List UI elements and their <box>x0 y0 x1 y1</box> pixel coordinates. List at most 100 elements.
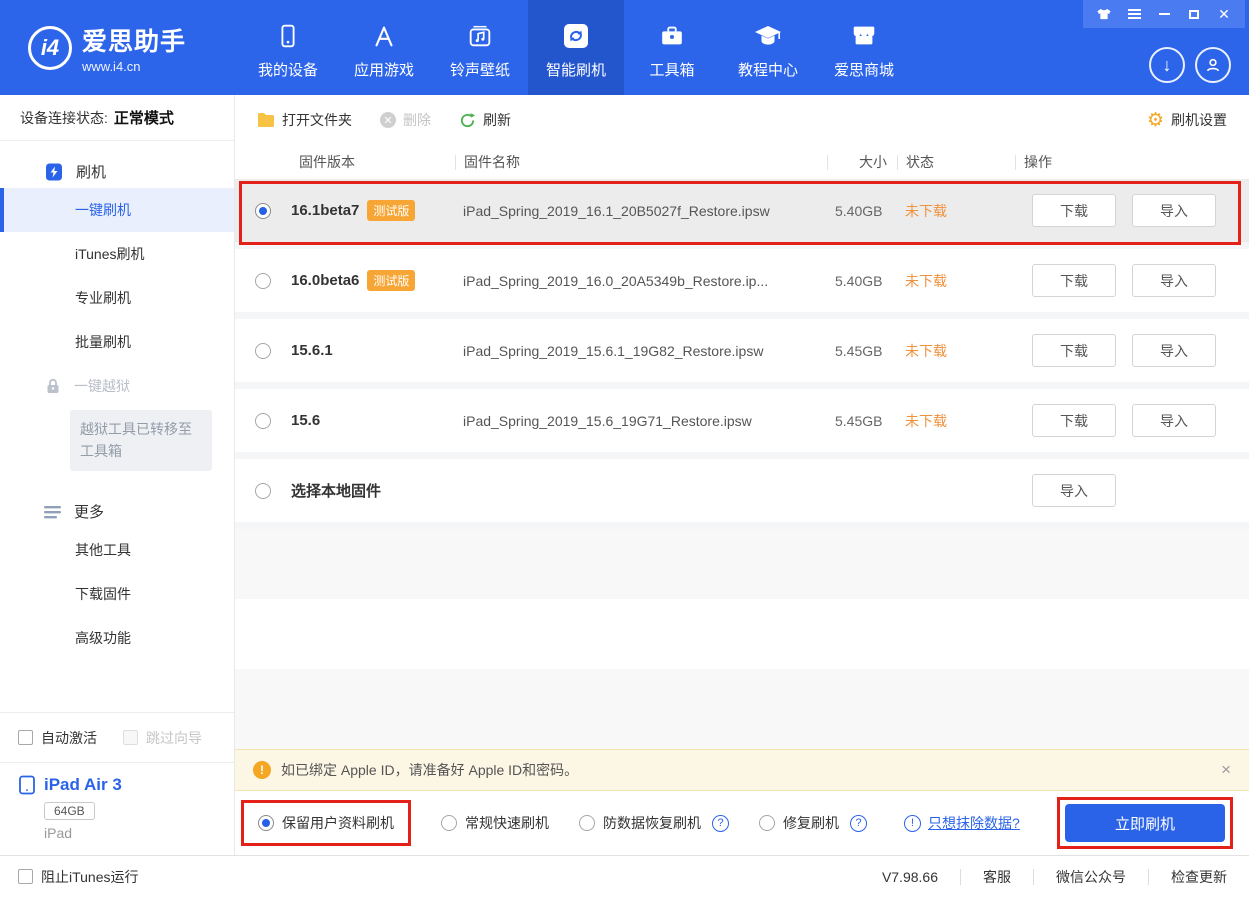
option-normal-flash[interactable]: 常规快速刷机 <box>441 813 549 833</box>
jailbreak-note: 越狱工具已转移至工具箱 <box>70 410 212 471</box>
sidebar-item-jailbreak: 一键越狱 <box>0 364 234 408</box>
option-repair-flash[interactable]: 修复刷机 ? <box>759 813 867 833</box>
firmware-row-15.6[interactable]: 15.6 iPad_Spring_2019_15.6_19G71_Restore… <box>235 389 1249 452</box>
sidebar-group-flash: 刷机 <box>44 161 234 182</box>
import-button[interactable]: 导入 <box>1132 194 1216 227</box>
refresh-icon <box>459 112 476 129</box>
nav-ringtones[interactable]: 铃声壁纸 <box>432 0 528 95</box>
device-info: iPad Air 3 64GB iPad <box>0 762 234 855</box>
radio-unselected[interactable] <box>255 343 271 359</box>
erase-data-link[interactable]: 只想抹除数据? <box>928 813 1020 833</box>
nav-my-device[interactable]: 我的设备 <box>240 0 336 95</box>
nav-tutorials[interactable]: 教程中心 <box>720 0 816 95</box>
radio-unselected[interactable] <box>255 483 271 499</box>
check-update-link[interactable]: 检查更新 <box>1171 867 1227 887</box>
sidebar-item-download-firmware[interactable]: 下载固件 <box>0 572 234 616</box>
import-button[interactable]: 导入 <box>1032 474 1116 507</box>
import-button[interactable]: 导入 <box>1132 404 1216 437</box>
sidebar: 设备连接状态: 正常模式 刷机 一键刷机 iTunes刷机 专业刷机 批量刷机 <box>0 95 235 855</box>
checkbox-icon <box>18 869 33 884</box>
sidebar-item-pro-flash[interactable]: 专业刷机 <box>0 276 234 320</box>
sidebar-item-other-tools[interactable]: 其他工具 <box>0 528 234 572</box>
radio-selected[interactable] <box>255 203 271 219</box>
nav-smart-flash[interactable]: 智能刷机 <box>528 0 624 95</box>
nav-store[interactable]: 爱思商城 <box>816 0 912 95</box>
import-button[interactable]: 导入 <box>1132 334 1216 367</box>
window-controls: ✕ <box>1083 0 1245 28</box>
app-logo: i4 爱思助手 www.i4.cn <box>0 0 240 95</box>
app-version: V7.98.66 <box>882 869 938 885</box>
connection-status-value: 正常模式 <box>114 107 174 128</box>
refresh-button[interactable]: 刷新 <box>459 110 511 130</box>
device-icon <box>274 19 302 53</box>
wechat-link[interactable]: 微信公众号 <box>1056 867 1126 887</box>
connection-status: 设备连接状态: 正常模式 <box>0 95 234 141</box>
status-badge: 未下载 <box>897 341 1015 361</box>
column-status: 状态 <box>897 155 1015 170</box>
firmware-row-15.6.1[interactable]: 15.6.1 iPad_Spring_2019_15.6.1_19G82_Res… <box>235 319 1249 382</box>
device-name: iPad Air 3 <box>18 775 216 795</box>
toolbox-icon <box>658 19 686 53</box>
help-icon[interactable]: ? <box>850 815 867 832</box>
radio-selected <box>258 815 274 831</box>
block-itunes-checkbox[interactable]: 阻止iTunes运行 <box>18 867 139 887</box>
customer-service-link[interactable]: 客服 <box>983 867 1011 887</box>
firmware-row-16.1beta7[interactable]: 16.1beta7 测试版 iPad_Spring_2019_16.1_20B5… <box>235 179 1249 242</box>
firmware-toolbar: 打开文件夹 ✕ 删除 刷新 ⚙ 刷机设置 <box>235 95 1249 145</box>
skip-setup-checkbox: 跳过向导 <box>123 728 202 748</box>
more-lines-icon <box>44 505 62 519</box>
flash-refresh-icon <box>561 19 591 53</box>
storefront-icon <box>850 19 878 53</box>
sidebar-group-more: 更多 <box>44 501 234 522</box>
option-anti-recovery-flash[interactable]: 防数据恢复刷机 ? <box>579 813 729 833</box>
status-badge: 未下载 <box>897 411 1015 431</box>
sidebar-item-advanced[interactable]: 高级功能 <box>0 616 234 660</box>
close-button[interactable]: ✕ <box>1209 0 1239 28</box>
checkbox-icon <box>18 730 33 745</box>
column-firmware-version: 固件版本 <box>291 155 455 170</box>
flash-now-button[interactable]: 立即刷机 <box>1065 804 1225 842</box>
gear-icon: ⚙ <box>1147 111 1164 130</box>
sidebar-item-one-key-flash[interactable]: 一键刷机 <box>0 188 234 232</box>
auto-activate-checkbox[interactable]: 自动激活 <box>18 728 97 748</box>
sidebar-item-batch-flash[interactable]: 批量刷机 <box>0 320 234 364</box>
menu-button[interactable] <box>1119 0 1149 28</box>
maximize-button[interactable] <box>1179 0 1209 28</box>
beta-badge: 测试版 <box>367 270 415 291</box>
firmware-row-16.0beta6[interactable]: 16.0beta6 测试版 iPad_Spring_2019_16.0_20A5… <box>235 249 1249 312</box>
graduation-cap-icon <box>753 19 783 53</box>
open-folder-button[interactable]: 打开文件夹 <box>257 110 352 130</box>
download-button[interactable]: 下载 <box>1032 334 1116 367</box>
theme-skin-button[interactable] <box>1089 0 1119 28</box>
flash-settings-button[interactable]: ⚙ 刷机设置 <box>1147 110 1227 130</box>
download-button[interactable]: 下载 <box>1032 264 1116 297</box>
minimize-button[interactable] <box>1149 0 1179 28</box>
sidebar-checkboxes: 自动激活 跳过向导 <box>0 712 234 762</box>
checkbox-icon <box>123 730 138 745</box>
nav-apps-games[interactable]: 应用游戏 <box>336 0 432 95</box>
tablet-icon <box>18 775 36 795</box>
notice-close-icon[interactable]: × <box>1221 760 1231 780</box>
device-type: iPad <box>44 825 216 841</box>
sidebar-item-itunes-flash[interactable]: iTunes刷机 <box>0 232 234 276</box>
music-box-icon <box>466 19 494 53</box>
nav-toolbox[interactable]: 工具箱 <box>624 0 720 95</box>
download-button[interactable]: 下载 <box>1032 194 1116 227</box>
delete-button: ✕ 删除 <box>380 110 431 130</box>
option-keep-user-data[interactable]: 保留用户资料刷机 <box>258 813 394 833</box>
user-account-icon[interactable] <box>1195 47 1231 83</box>
table-header: 固件版本 固件名称 大小 状态 操作 <box>235 145 1249 179</box>
beta-badge: 测试版 <box>367 200 415 221</box>
import-button[interactable]: 导入 <box>1132 264 1216 297</box>
flash-options: 保留用户资料刷机 常规快速刷机 防数据恢复刷机 ? 修复刷机 ? ! 只想抹除数… <box>235 791 1249 855</box>
download-button[interactable]: 下载 <box>1032 404 1116 437</box>
firmware-list: 16.1beta7 测试版 iPad_Spring_2019_16.1_20B5… <box>235 179 1249 749</box>
logo-title: 爱思助手 <box>82 22 186 58</box>
download-manager-icon[interactable]: ↓ <box>1149 47 1185 83</box>
radio-unselected[interactable] <box>255 273 271 289</box>
status-badge: 未下载 <box>897 271 1015 291</box>
connection-status-label: 设备连接状态: <box>20 108 108 128</box>
firmware-row-local[interactable]: 选择本地固件 导入 <box>235 459 1249 522</box>
help-icon[interactable]: ? <box>712 815 729 832</box>
radio-unselected[interactable] <box>255 413 271 429</box>
